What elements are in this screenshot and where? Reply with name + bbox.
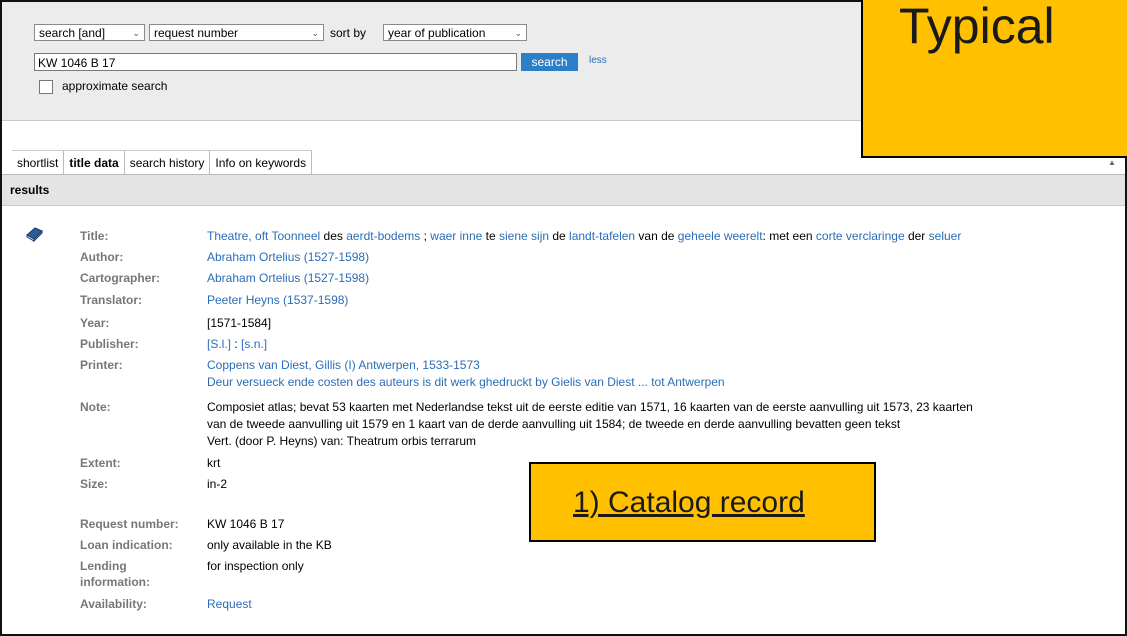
publisher-name-link[interactable]: [s.n.] — [241, 337, 267, 351]
publisher-place-link[interactable]: [S.l.] — [207, 337, 231, 351]
typical-callout: Typical — [861, 0, 1127, 158]
note-label: Note: — [80, 400, 111, 414]
title-text: ; — [420, 229, 431, 243]
publisher-separator: : — [231, 337, 242, 351]
tab-shortlist[interactable]: shortlist — [12, 150, 65, 174]
author-label: Author: — [80, 250, 124, 264]
translator-link[interactable]: Peeter Heyns (1537-1598) — [207, 292, 1112, 308]
typical-callout-text: Typical — [899, 0, 1055, 54]
results-label: results — [10, 183, 50, 197]
lending-information-value: for inspection only — [207, 559, 304, 573]
title-link[interactable]: aerdt-bodems — [346, 229, 420, 243]
cartographer-link[interactable]: Abraham Ortelius (1527-1598) — [207, 270, 1112, 286]
results-header: results — [2, 175, 1125, 206]
printer-label: Printer: — [80, 358, 123, 372]
field-value: request number — [154, 26, 239, 40]
printer-link[interactable]: Coppens van Diest, Gillis (I) Antwerpen,… — [207, 357, 1112, 373]
title-label: Title: — [80, 229, 109, 243]
title-text: te — [482, 229, 499, 243]
tab-title-data[interactable]: title data — [64, 150, 125, 174]
loan-indication-label: Loan indication: — [80, 538, 173, 552]
title-link[interactable]: siene sijn — [499, 229, 549, 243]
request-number-label: Request number: — [80, 517, 179, 531]
publisher-value: [S.l.] : [s.n.] — [207, 336, 1112, 352]
operator-select[interactable]: search [and] ⌄ — [34, 24, 145, 41]
title-link[interactable]: landt-tafelen — [569, 229, 635, 243]
sort-select[interactable]: year of publication ⌄ — [383, 24, 527, 41]
title-text: van de — [635, 229, 678, 243]
note-line-1: Composiet atlas; bevat 53 kaarten met Ne… — [207, 400, 973, 414]
approximate-search-label: approximate search — [62, 79, 168, 93]
extent-label: Extent: — [80, 456, 121, 470]
year-value: [1571-1584] — [207, 316, 272, 330]
scroll-up-icon[interactable]: ▲ — [1108, 158, 1116, 167]
lending-label-line-1: Lending — [80, 559, 127, 573]
chevron-down-icon: ⌄ — [311, 28, 319, 38]
note-line-3: Vert. (door P. Heyns) van: Theatrum orbi… — [207, 434, 476, 448]
request-link[interactable]: Request — [207, 596, 1112, 612]
title-link[interactable]: seluer — [929, 229, 962, 243]
tab-search-history[interactable]: search history — [124, 150, 211, 174]
lending-label-line-2: information: — [80, 575, 150, 589]
title-text: der — [904, 229, 929, 243]
field-select[interactable]: request number ⌄ — [149, 24, 324, 41]
book-icon — [26, 227, 43, 242]
operator-value: search [and] — [39, 26, 106, 40]
title-link[interactable]: corte verclaringe — [816, 229, 905, 243]
lending-information-label: Lending information: — [80, 558, 200, 590]
title-link[interactable]: waer inne — [430, 229, 482, 243]
size-label: Size: — [80, 477, 109, 491]
cartographer-label: Cartographer: — [80, 271, 161, 285]
title-text: : met een — [762, 229, 816, 243]
availability-label: Availability: — [80, 597, 147, 611]
sort-value: year of publication — [388, 26, 486, 40]
title-link[interactable]: Theatre, oft Toonneel — [207, 229, 320, 243]
less-link[interactable]: less — [589, 55, 607, 66]
translator-label: Translator: — [80, 293, 143, 307]
title-value: Theatre, oft Toonneel des aerdt-bodems ;… — [207, 228, 1112, 244]
approximate-search-checkbox[interactable] — [39, 80, 53, 94]
catalog-record-callout: 1) Catalog record — [529, 462, 876, 542]
search-button[interactable]: search — [521, 53, 578, 71]
title-link[interactable]: geheele weerelt — [678, 229, 763, 243]
title-text: des — [320, 229, 347, 243]
title-text: de — [549, 229, 570, 243]
chevron-down-icon: ⌄ — [514, 28, 522, 38]
publisher-label: Publisher: — [80, 337, 139, 351]
chevron-down-icon: ⌄ — [132, 28, 140, 38]
tab-info-on-keywords[interactable]: Info on keywords — [210, 150, 313, 174]
note-line-2: van de tweede aanvulling uit 1579 en 1 k… — [207, 417, 901, 431]
sort-by-label: sort by — [330, 26, 367, 40]
catalog-record-callout-text: 1) Catalog record — [573, 486, 805, 519]
search-input[interactable]: KW 1046 B 17 — [34, 53, 517, 71]
tab-bar: shortlist title data search history Info… — [12, 150, 313, 174]
year-label: Year: — [80, 316, 110, 330]
author-link[interactable]: Abraham Ortelius (1527-1598) — [207, 249, 1112, 265]
printer-statement-link[interactable]: Deur versueck ende costen des auteurs is… — [207, 374, 1112, 390]
